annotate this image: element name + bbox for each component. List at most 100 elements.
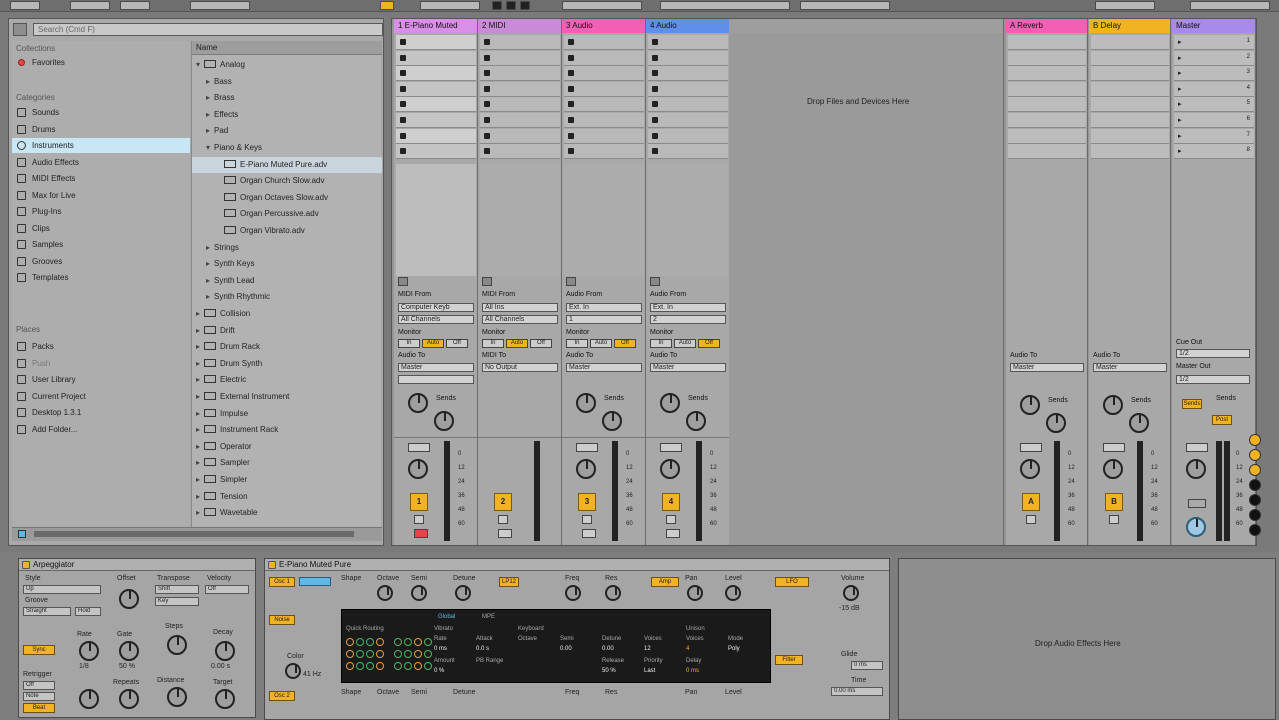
quick-routing-node[interactable] [414, 638, 422, 646]
sidebar-item-desktop-1-3-1[interactable]: Desktop 1.3.1 [12, 405, 190, 420]
clip-stop-icon[interactable] [484, 54, 490, 61]
pan-value[interactable] [576, 443, 598, 452]
monitor-auto-button[interactable]: Auto [422, 339, 444, 348]
pan-knob[interactable] [687, 585, 703, 601]
browser-item[interactable]: ▸ Wavetable [192, 505, 382, 521]
sidebar-item-add-folder-[interactable]: Add Folder... [12, 422, 190, 437]
sidebar-item-packs[interactable]: Packs [12, 339, 190, 354]
clip-slot[interactable] [1091, 144, 1169, 160]
input-channel-select[interactable]: 1 [566, 315, 642, 324]
browser-item[interactable]: ▸ Synth Keys [192, 256, 382, 272]
unison-voices-value[interactable]: 4 [686, 646, 689, 652]
clip-stop-icon[interactable] [400, 148, 406, 155]
browser-preview-bar[interactable] [12, 527, 382, 541]
scene-launch-icon[interactable]: ▸ [1178, 116, 1182, 124]
output-type-select[interactable]: Master [1010, 363, 1084, 372]
clip-stop-icon[interactable] [484, 70, 490, 77]
track-title[interactable]: 3 Audio [562, 19, 645, 33]
pan-knob[interactable] [1103, 459, 1123, 479]
track-activator-button[interactable]: 4 [662, 493, 680, 511]
clip-stop-icon[interactable] [568, 117, 574, 123]
pan-value[interactable] [1020, 443, 1042, 452]
track-activator-icon[interactable] [1249, 464, 1261, 476]
scene-slot[interactable]: ▸ 7 [1174, 128, 1254, 144]
cue-volume-knob[interactable] [1186, 517, 1206, 537]
amp-toggle[interactable]: Amp [651, 577, 679, 587]
clip-stop-icon[interactable] [400, 101, 406, 108]
output-type-select[interactable]: Master [566, 363, 642, 372]
send-a-knob[interactable] [408, 393, 428, 413]
clip-slot[interactable] [396, 81, 476, 97]
gate-knob[interactable] [119, 641, 139, 661]
osc1-level-field[interactable] [299, 577, 331, 586]
clip-stop-icon[interactable] [484, 117, 490, 123]
solo-button[interactable] [666, 515, 676, 524]
output-type-select[interactable]: Master [398, 363, 474, 372]
disclosure-arrow-icon[interactable]: ▸ [206, 240, 214, 256]
send-b-knob[interactable] [434, 411, 454, 431]
disclosure-arrow-icon[interactable]: ▸ [196, 472, 204, 488]
semi-value[interactable]: 0.00 [560, 646, 572, 652]
quick-routing-node[interactable] [414, 662, 422, 670]
track-title[interactable]: 2 MIDI [478, 19, 561, 33]
monitor-off-button[interactable]: Off [446, 339, 468, 348]
disclosure-arrow-icon[interactable]: ▸ [196, 505, 204, 521]
clip-slot[interactable] [480, 66, 560, 82]
solo-button[interactable] [1026, 515, 1036, 524]
sidebar-item-grooves[interactable]: Grooves [12, 254, 190, 269]
mixer-toggle-icon[interactable] [1249, 524, 1261, 536]
amount-value[interactable]: 0 % [434, 668, 444, 674]
loop-controls[interactable] [660, 1, 790, 10]
browser-item[interactable]: Organ Octaves Slow.adv [192, 190, 382, 206]
clip-slot[interactable] [564, 66, 644, 82]
clip-slot[interactable] [1008, 113, 1086, 128]
clip-slot[interactable] [1091, 97, 1169, 113]
quick-routing-node[interactable] [404, 650, 412, 658]
velocity-toggle[interactable]: Off [205, 585, 249, 594]
browser-item[interactable]: ▸ Sampler [192, 455, 382, 471]
drop-zone-area[interactable]: Drop Files and Devices Here [729, 19, 1004, 545]
pan-value[interactable] [660, 443, 682, 452]
tab-global[interactable]: Global [438, 614, 455, 620]
distance-knob[interactable] [167, 687, 187, 707]
master-volume-field[interactable] [1188, 499, 1206, 508]
voices-value[interactable]: 12 [644, 646, 651, 652]
clip-slot[interactable] [396, 113, 476, 128]
browser-item[interactable]: ▸ Drum Rack [192, 339, 382, 355]
clip-stop-icon[interactable] [652, 39, 658, 45]
punch-controls[interactable] [800, 1, 890, 10]
output-type-select[interactable]: Master [650, 363, 726, 372]
quick-routing-node[interactable] [376, 650, 384, 658]
browser-item[interactable]: ▸ Synth Rhythmic [192, 289, 382, 305]
track-title[interactable]: 1 E-Piano Muted [394, 19, 477, 33]
scene-slot[interactable]: ▸ 2 [1174, 50, 1254, 66]
disclosure-arrow-icon[interactable]: ▸ [206, 123, 214, 139]
sidebar-item-user-library[interactable]: User Library [12, 372, 190, 387]
clip-slot[interactable] [648, 66, 728, 82]
target-knob[interactable] [215, 689, 235, 709]
clip-stop-icon[interactable] [652, 70, 658, 77]
input-channel-select[interactable]: 2 [650, 315, 726, 324]
clip-slot[interactable] [1091, 113, 1169, 128]
disclosure-arrow-icon[interactable]: ▸ [206, 107, 214, 123]
input-channel-select[interactable]: All Channels [482, 315, 558, 324]
scene-launch-icon[interactable]: ▸ [1178, 100, 1182, 108]
monitor-in-button[interactable]: In [650, 339, 672, 348]
retrigger-beat[interactable]: Beat [23, 703, 55, 713]
preview-toggle-icon[interactable] [18, 530, 26, 538]
clip-slot[interactable] [564, 144, 644, 160]
sidebar-item-clips[interactable]: Clips [12, 221, 190, 236]
pan-value[interactable] [408, 443, 430, 452]
clip-stop-icon[interactable] [400, 85, 406, 92]
clip-slot[interactable] [1008, 50, 1086, 66]
clip-slot[interactable] [564, 35, 644, 50]
volume-knob[interactable] [843, 585, 859, 601]
clip-stop-icon[interactable] [568, 132, 574, 139]
clip-slot[interactable] [648, 81, 728, 97]
browser-item[interactable]: ▸ Operator [192, 439, 382, 455]
clip-slot[interactable] [1008, 128, 1086, 144]
empty-clip-area[interactable] [564, 164, 644, 276]
clip-slot[interactable] [396, 144, 476, 160]
repeats-knob[interactable] [119, 689, 139, 709]
record-button[interactable] [520, 1, 530, 10]
